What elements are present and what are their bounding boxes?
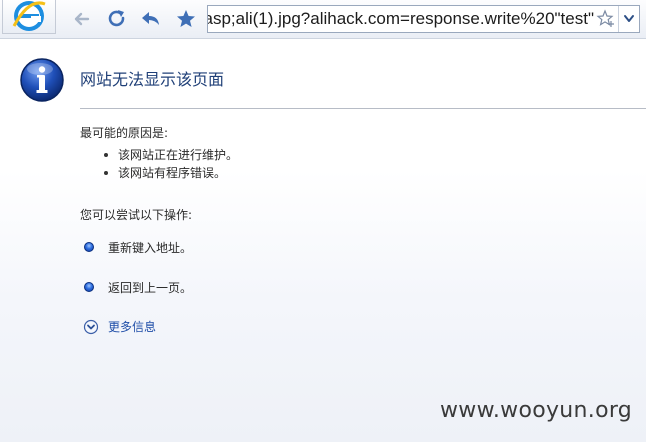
bullet-icon — [104, 170, 108, 175]
internet-explorer-logo — [2, 0, 56, 34]
refresh-icon — [108, 10, 125, 27]
back-arrow-icon — [74, 12, 90, 26]
add-favorite-button[interactable] — [596, 9, 616, 29]
browser-toolbar: asp;ali(1).jpg?alihack.com=response.writ… — [0, 0, 646, 39]
blue-bullet-icon — [84, 242, 94, 252]
chevron-down-icon — [624, 15, 634, 22]
expand-chevron-icon[interactable] — [83, 319, 99, 335]
blue-bullet-icon — [84, 282, 94, 292]
address-url[interactable]: asp;ali(1).jpg?alihack.com=response.writ… — [208, 6, 594, 32]
back-curved-arrow-icon — [142, 12, 159, 25]
causes-heading: 最可能的原因是: — [80, 126, 169, 140]
bullet-icon — [104, 152, 108, 157]
address-dropdown-button[interactable] — [618, 6, 639, 32]
causes-list: 该网站正在进行维护。 该网站有程序错误。 — [104, 146, 238, 182]
actions-heading: 您可以尝试以下操作: — [80, 208, 193, 222]
list-item: 该网站有程序错误。 — [104, 164, 238, 182]
refresh-button[interactable] — [104, 6, 130, 32]
back-button[interactable] — [69, 6, 95, 32]
star-outline-icon — [596, 9, 614, 27]
home-back-button[interactable] — [138, 6, 164, 32]
watermark: www.wooyun.org — [440, 398, 633, 423]
star-icon — [177, 10, 195, 27]
ie-logo-icon — [12, 1, 46, 31]
title-divider — [80, 108, 646, 109]
favorites-button[interactable] — [173, 6, 199, 32]
list-item: 该网站正在进行维护。 — [104, 146, 238, 164]
page-title: 网站无法显示该页面 — [80, 70, 225, 89]
address-bar[interactable]: asp;ali(1).jpg?alihack.com=response.writ… — [207, 5, 640, 33]
info-icon — [19, 57, 65, 103]
